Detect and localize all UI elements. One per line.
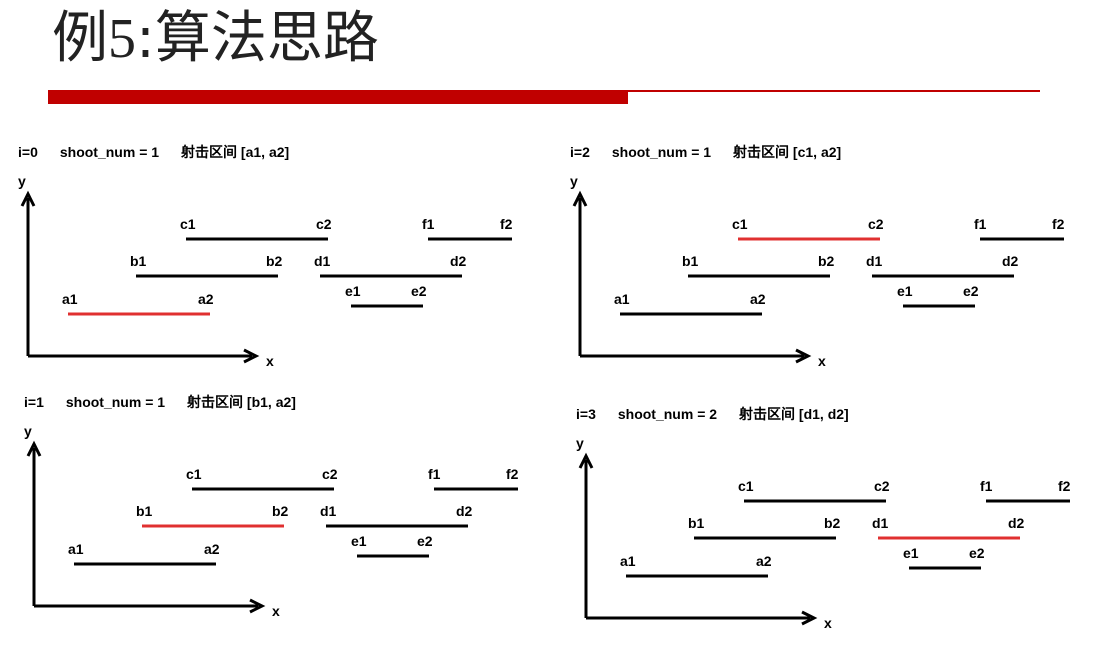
interval-start-label: d1 [314,253,331,269]
interval-end-label: d2 [456,503,473,519]
panel-i3: i=3 shoot_num = 2 射击区间 [d1, d2] y x a1 a2 b1 b2… [576,404,1096,654]
interval-end-label: a2 [750,291,766,307]
interval-start-label: c1 [738,478,754,494]
interval-end-label: c2 [322,466,338,482]
interval-start-label: a1 [68,541,84,557]
interval-end-label: b2 [824,515,841,531]
interval-start-label: a1 [620,553,636,569]
title-prefix: 例 [52,6,108,71]
x-axis-label: x [266,353,274,369]
panel-i2: i=2 shoot_num = 1 射击区间 [c1, a2] y x a1 a2 b1 b2… [570,142,1090,392]
interval-end-label: c2 [868,216,884,232]
y-axis-label: y [570,173,578,189]
interval-end-label: e2 [969,545,985,561]
interval-end-label: a2 [756,553,772,569]
x-axis-label: x [824,615,832,631]
interval-start-label: e1 [903,545,919,561]
interval-end-label: f2 [1052,216,1065,232]
interval-start-label: e1 [345,283,361,299]
title-rule-thin [628,90,1040,92]
interval-end-label: e2 [411,283,427,299]
interval-start-label: f1 [422,216,435,232]
interval-end-label: e2 [417,533,433,549]
panel-i1: i=1 shoot_num = 1 射击区间 [b1, a2] y x a1 a2 b1 b2… [24,392,544,642]
interval-end-label: f2 [500,216,513,232]
interval-end-label: c2 [316,216,332,232]
interval-start-label: e1 [897,283,913,299]
interval-end-label: c2 [874,478,890,494]
interval-start-label: d1 [320,503,337,519]
interval-start-label: f1 [974,216,987,232]
title-number: 5 [108,8,136,70]
interval-end-label: f2 [506,466,519,482]
interval-start-label: e1 [351,533,367,549]
interval-diagram: y x a1 a2 b1 b2 c1 c2 d1 d2 e1 e2 f1 f2 [570,173,1065,369]
interval-start-label: a1 [62,291,78,307]
x-axis-label: x [272,603,280,619]
interval-start-label: a1 [614,291,630,307]
interval-start-label: c1 [180,216,196,232]
interval-start-label: c1 [186,466,202,482]
interval-start-label: b1 [136,503,153,519]
interval-end-label: b2 [272,503,289,519]
y-axis-label: y [24,423,32,439]
interval-start-label: d1 [866,253,883,269]
y-axis-label: y [18,173,26,189]
interval-end-label: b2 [818,253,835,269]
interval-start-label: c1 [732,216,748,232]
interval-diagram: y x a1 a2 b1 b2 c1 c2 d1 d2 e1 e2 f1 f2 [18,173,513,369]
title-rest: :算法思路 [136,6,379,71]
interval-end-label: f2 [1058,478,1071,494]
interval-start-label: b1 [682,253,699,269]
interval-start-label: f1 [428,466,441,482]
interval-end-label: d2 [1008,515,1025,531]
interval-start-label: b1 [130,253,147,269]
interval-end-label: b2 [266,253,283,269]
interval-start-label: b1 [688,515,705,531]
interval-end-label: d2 [450,253,467,269]
y-axis-label: y [576,435,584,451]
x-axis-label: x [818,353,826,369]
title-rule-thick [48,90,628,104]
interval-diagram: y x a1 a2 b1 b2 c1 c2 d1 d2 e1 e2 f1 f2 [576,435,1071,631]
interval-end-label: e2 [963,283,979,299]
panel-i0: i=0 shoot_num = 1 射击区间 [a1, a2] y x a1 a2 b1 b2… [18,142,538,392]
interval-start-label: d1 [872,515,889,531]
interval-diagram: y x a1 a2 b1 b2 c1 c2 d1 d2 e1 e2 f1 f2 [24,423,519,619]
page-title: 例5:算法思路 [52,0,379,78]
interval-end-label: a2 [204,541,220,557]
interval-end-label: a2 [198,291,214,307]
interval-end-label: d2 [1002,253,1019,269]
interval-start-label: f1 [980,478,993,494]
